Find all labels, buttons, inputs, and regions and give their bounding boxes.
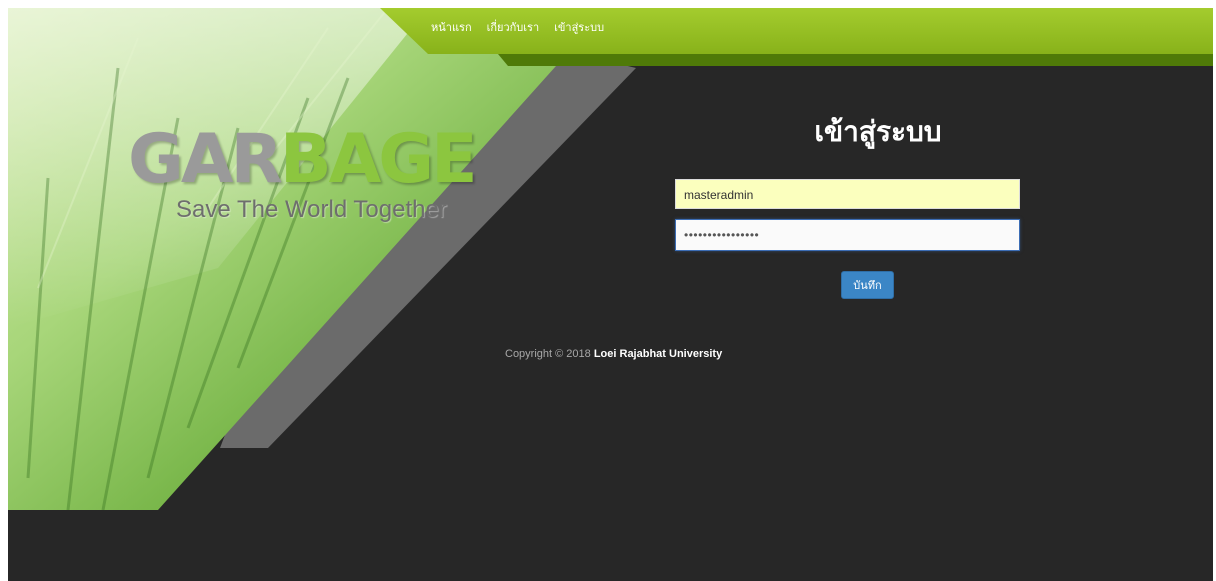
logo-text-gray: GAR (128, 120, 283, 199)
save-button[interactable]: บันทึก (841, 271, 894, 299)
organization-name: Loei Rajabhat University (593, 348, 723, 360)
copyright-prefix: Copyright © 2018 (505, 348, 594, 360)
garbage-logo: GARBAGE (128, 126, 478, 194)
nav-login-link[interactable]: เข้าสู่ระบบ (554, 18, 604, 36)
page-stage: หน้าแรก เกี่ยวกับเรา เข้าสู่ระบบ GARBAGE… (8, 8, 1213, 581)
password-input[interactable]: •••••••••••••••• (675, 219, 1020, 251)
copyright-text: Copyright © 2018 Loei Rajabhat Universit… (505, 348, 722, 360)
top-nav: หน้าแรก เกี่ยวกับเรา เข้าสู่ระบบ (431, 18, 619, 36)
hero-background (8, 8, 1213, 581)
logo-tagline: Save The World Together (176, 196, 447, 223)
logo-text-green: BAGE (279, 120, 478, 199)
nav-about-link[interactable]: เกี่ยวกับเรา (487, 18, 540, 36)
login-title: เข้าสู่ระบบ (814, 115, 942, 148)
nav-home-link[interactable]: หน้าแรก (431, 18, 472, 36)
username-input[interactable]: masteradmin (675, 179, 1020, 209)
